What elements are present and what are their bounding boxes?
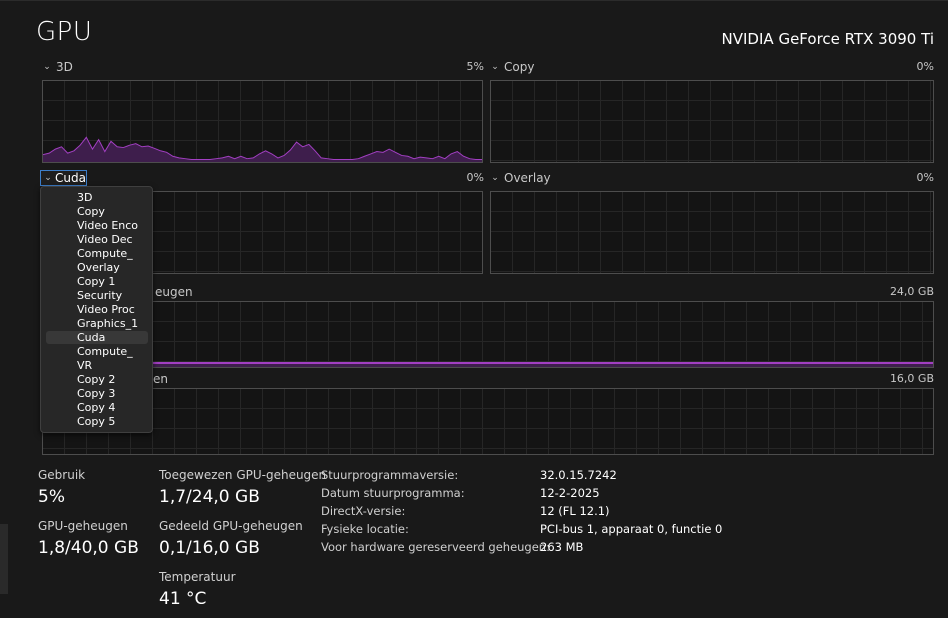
directx-version-value: 12 (FL 12.1): [540, 504, 610, 518]
chevron-down-icon: ⌄: [491, 173, 499, 183]
chevron-down-icon: ⌄: [44, 173, 52, 183]
driver-version-label: Stuurprogrammaversie:: [321, 468, 459, 482]
engine-option[interactable]: Cuda: [46, 331, 148, 344]
engine-option[interactable]: Graphics_1: [46, 317, 148, 330]
engine-select[interactable]: ⌄ Cuda: [40, 170, 87, 186]
dedicated-memory-stat-value: 1,7/24,0 GB: [159, 487, 260, 507]
engine-option[interactable]: Video Enco: [46, 219, 148, 232]
engine-dropdown: 3D Copy Video Enco Video Dec Compute_ Overlay…: [40, 186, 153, 433]
top-border: [0, 0, 948, 1]
usage-value: 5%: [38, 487, 65, 507]
chevron-down-icon: ⌄: [43, 62, 51, 72]
page-title: GPU: [36, 17, 93, 47]
engine-option[interactable]: Copy 4: [46, 401, 148, 414]
dedicated-memory-stat-label: Toegewezen GPU-geheugen: [159, 468, 327, 482]
engine-option[interactable]: Copy: [46, 205, 148, 218]
physical-location-label: Fysieke locatie:: [321, 522, 409, 536]
shared-memory-max: 16,0 GB: [889, 372, 934, 385]
dedicated-memory-label: eugen: [155, 285, 193, 299]
sidebar-edge: [0, 524, 8, 594]
engine-option[interactable]: Compute_: [46, 345, 148, 358]
graph-cuda-value: 0%: [466, 171, 484, 184]
engine-option[interactable]: Compute_: [46, 247, 148, 260]
usage-label: Gebruik: [38, 468, 86, 482]
graph-copy: [490, 80, 934, 163]
shared-memory-stat-label: Gedeeld GPU-geheugen: [159, 519, 303, 533]
graph-copy-value: 0%: [916, 60, 934, 73]
reserved-memory-label: Voor hardware gereserveerd geheugen:: [321, 540, 550, 554]
driver-date-label: Datum stuurprogramma:: [321, 486, 465, 500]
engine-option[interactable]: Video Proc: [46, 303, 148, 316]
engine-option[interactable]: Copy 2: [46, 373, 148, 386]
engine-option[interactable]: Copy 3: [46, 387, 148, 400]
reserved-memory-value: 263 MB: [540, 540, 584, 554]
directx-version-label: DirectX-versie:: [321, 504, 406, 518]
driver-date-value: 12-2-2025: [540, 486, 600, 500]
dedicated-memory-max: 24,0 GB: [889, 285, 934, 298]
graph-overlay: [490, 191, 934, 274]
gpu-name: NVIDIA GeForce RTX 3090 Ti: [721, 30, 934, 48]
engine-option[interactable]: Video Dec: [46, 233, 148, 246]
engine-option[interactable]: 3D: [46, 191, 148, 204]
physical-location-value: PCI-bus 1, apparaat 0, functie 0: [540, 522, 723, 536]
graph-dedicated-memory: [42, 301, 934, 368]
shared-memory-stat-value: 0,1/16,0 GB: [159, 538, 260, 558]
gpu-memory-label: GPU-geheugen: [38, 519, 128, 533]
graph-overlay-value: 0%: [916, 171, 934, 184]
engine-option[interactable]: Copy 5: [46, 415, 148, 428]
graph-overlay-label[interactable]: ⌄ Overlay: [489, 170, 551, 186]
engine-option[interactable]: Overlay: [46, 261, 148, 274]
graph-shared-memory: [42, 388, 934, 455]
chevron-down-icon: ⌄: [491, 62, 499, 72]
memory-usage-fill: [43, 362, 933, 367]
graph-3d: [42, 80, 483, 163]
engine-option[interactable]: Security: [46, 289, 148, 302]
engine-option[interactable]: Copy 1: [46, 275, 148, 288]
graph-overlay-title: Overlay: [504, 171, 551, 185]
graph-copy-label[interactable]: ⌄ Copy: [489, 59, 534, 75]
usage-chart-3d: [43, 136, 482, 162]
shared-memory-label: en: [153, 372, 168, 386]
graph-3d-title: 3D: [56, 60, 73, 74]
temperature-label: Temperatuur: [159, 570, 236, 584]
engine-select-value: Cuda: [55, 171, 86, 185]
gpu-memory-value: 1,8/40,0 GB: [38, 538, 139, 558]
graph-copy-title: Copy: [504, 60, 535, 74]
engine-option[interactable]: VR: [46, 359, 148, 372]
driver-version-value: 32.0.15.7242: [540, 468, 617, 482]
graph-3d-label[interactable]: ⌄ 3D: [41, 59, 73, 75]
graph-3d-value: 5%: [466, 60, 484, 73]
temperature-value: 41 °C: [159, 589, 207, 609]
